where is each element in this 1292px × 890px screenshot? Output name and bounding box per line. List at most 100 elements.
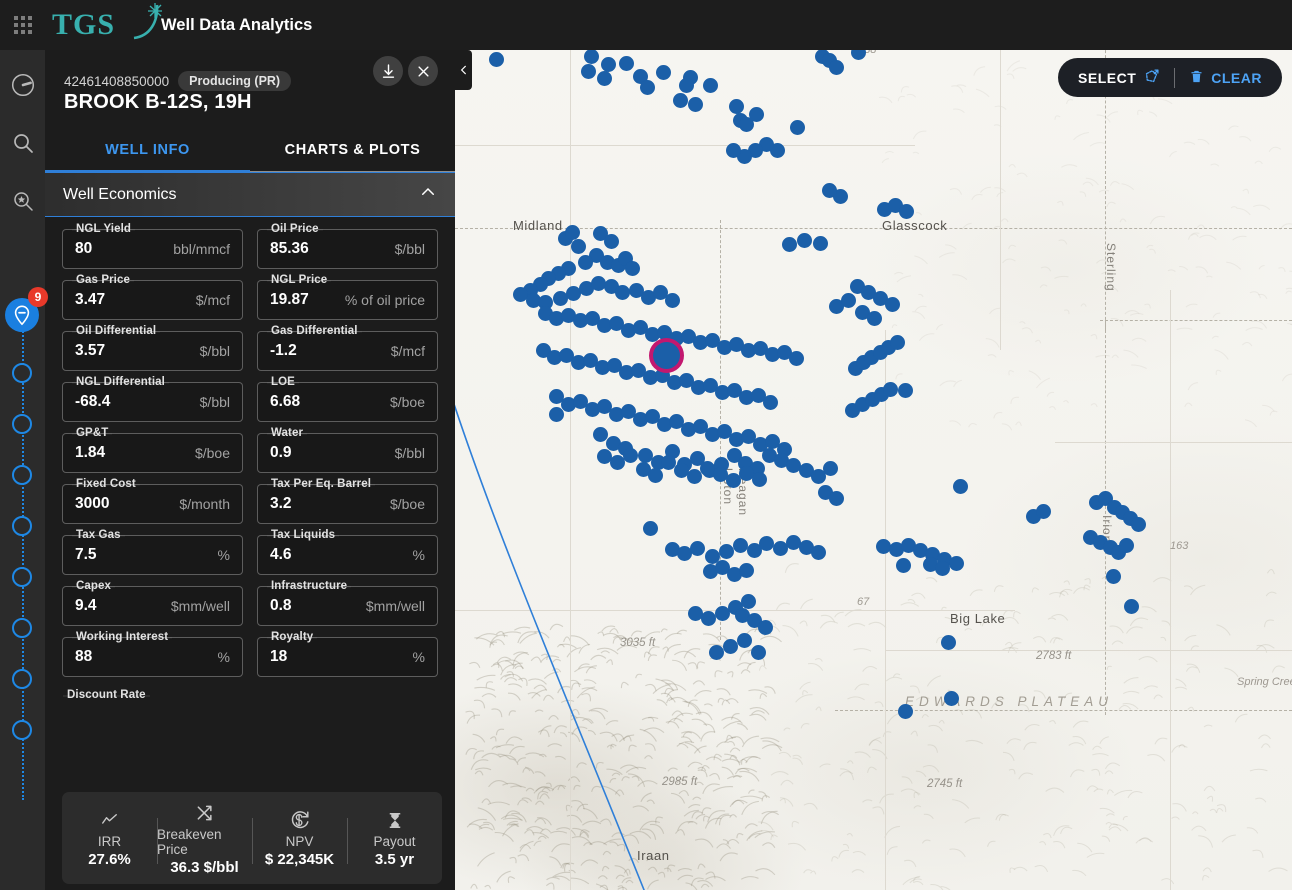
well-marker[interactable] [728, 98, 744, 114]
field-loe[interactable]: LOE 6.68 $/boe [257, 376, 438, 422]
field-royalty[interactable]: Royalty 18% [257, 631, 438, 677]
apps-grid-icon[interactable] [0, 16, 46, 34]
well-marker[interactable] [687, 96, 703, 112]
field-value[interactable]: 4.6 [270, 546, 292, 564]
well-marker[interactable] [577, 254, 593, 270]
well-marker[interactable] [583, 50, 599, 64]
field-infrastructure[interactable]: Infrastructure 0.8 $mm/well [257, 580, 438, 626]
well-marker[interactable] [1118, 537, 1134, 553]
field-fixed-cost[interactable]: Fixed Cost 3000 $/month [62, 478, 243, 524]
field-oil-differential[interactable]: Oil Differential 3.57 $/bbl [62, 325, 243, 371]
field-value[interactable]: 1.84 [75, 444, 105, 462]
well-marker[interactable] [898, 203, 914, 219]
field-gas-price[interactable]: Gas Price 3.47 $/mcf [62, 274, 243, 320]
well-marker[interactable] [725, 142, 741, 158]
well-marker[interactable] [718, 543, 734, 559]
well-marker[interactable] [1035, 503, 1051, 519]
workflow-step[interactable] [12, 516, 32, 536]
field-value[interactable]: 3.2 [270, 495, 292, 513]
select-button[interactable]: SELECT [1064, 58, 1174, 97]
clear-button[interactable]: CLEAR [1175, 58, 1276, 97]
well-marker[interactable] [686, 468, 702, 484]
field-discount-rate[interactable]: Discount Rate [62, 688, 255, 704]
well-marker[interactable] [840, 292, 856, 308]
well-marker[interactable] [624, 260, 640, 276]
well-marker[interactable] [678, 77, 694, 93]
well-marker[interactable] [664, 292, 680, 308]
well-marker[interactable] [758, 535, 774, 551]
saved-search-icon[interactable] [0, 184, 45, 218]
map-canvas[interactable]: OdessaMidlandGlasscockBig LakeIraanCrane… [455, 50, 1292, 890]
well-marker[interactable] [1105, 568, 1121, 584]
well-marker[interactable] [789, 119, 805, 135]
well-marker[interactable] [736, 632, 752, 648]
chevron-up-icon[interactable] [419, 183, 437, 206]
well-marker[interactable] [822, 460, 838, 476]
well-marker[interactable] [884, 296, 900, 312]
well-economics-section-header[interactable]: Well Economics [45, 172, 455, 217]
well-marker[interactable] [952, 478, 968, 494]
well-marker[interactable] [622, 447, 638, 463]
workflow-step[interactable] [12, 363, 32, 383]
well-marker[interactable] [882, 381, 898, 397]
well-marker[interactable] [948, 555, 964, 571]
well-marker[interactable] [889, 334, 905, 350]
field-capex[interactable]: Capex 9.4 $mm/well [62, 580, 243, 626]
well-marker[interactable] [672, 92, 688, 108]
well-marker[interactable] [603, 233, 619, 249]
workflow-step[interactable] [12, 414, 32, 434]
well-marker[interactable] [738, 562, 754, 578]
well-marker[interactable] [750, 644, 766, 660]
close-icon[interactable] [408, 56, 438, 86]
well-marker[interactable] [642, 520, 658, 536]
well-marker[interactable] [708, 644, 724, 660]
well-marker[interactable] [740, 593, 756, 609]
well-marker[interactable] [934, 560, 950, 576]
well-economics-form[interactable]: NGL Yield 80 bbl/mmcf Oil Price 85.36 $/bbl Ga… [45, 217, 455, 822]
field-working-interest[interactable]: Working Interest 88% [62, 631, 243, 677]
well-marker[interactable] [762, 394, 778, 410]
search-icon[interactable] [0, 126, 45, 160]
well-marker[interactable] [788, 350, 804, 366]
field-value[interactable]: 9.4 [75, 597, 97, 615]
field-value[interactable]: 80 [75, 240, 92, 258]
field-value[interactable]: 19.87 [270, 291, 309, 309]
well-marker[interactable] [732, 537, 748, 553]
well-marker[interactable] [781, 236, 797, 252]
well-marker[interactable] [660, 454, 676, 470]
well-marker[interactable] [702, 77, 718, 93]
workflow-step[interactable] [12, 465, 32, 485]
well-marker[interactable] [828, 59, 844, 75]
well-marker[interactable] [796, 232, 812, 248]
well-marker[interactable] [943, 690, 959, 706]
well-marker[interactable] [895, 557, 911, 573]
well-marker[interactable] [488, 51, 504, 67]
well-marker[interactable] [614, 284, 630, 300]
field-value[interactable]: -68.4 [75, 393, 110, 411]
field-value[interactable]: 3.57 [75, 342, 105, 360]
field-value[interactable]: 3.47 [75, 291, 105, 309]
well-marker[interactable] [600, 56, 616, 72]
field-value[interactable]: -1.2 [270, 342, 297, 360]
well-marker[interactable] [596, 70, 612, 86]
well-marker[interactable] [570, 238, 586, 254]
tgs-logo[interactable]: TGS [52, 3, 162, 42]
well-marker[interactable] [1130, 516, 1146, 532]
field-tax-per-eq-barrel[interactable]: Tax Per Eq. Barrel 3.2 $/boe [257, 478, 438, 524]
well-marker[interactable] [810, 544, 826, 560]
well-marker[interactable] [897, 382, 913, 398]
field-value[interactable]: 7.5 [75, 546, 97, 564]
well-marker[interactable] [757, 619, 773, 635]
field-value[interactable]: 0.8 [270, 597, 292, 615]
well-marker[interactable] [564, 224, 580, 240]
field-tax-liquids[interactable]: Tax Liquids 4.6% [257, 529, 438, 575]
well-marker[interactable] [821, 182, 837, 198]
selected-well-marker[interactable] [652, 341, 680, 369]
well-marker[interactable] [655, 64, 671, 80]
well-marker[interactable] [700, 610, 716, 626]
field-value[interactable]: 3000 [75, 495, 109, 513]
field-gas-differential[interactable]: Gas Differential -1.2 $/mcf [257, 325, 438, 371]
well-marker[interactable] [748, 106, 764, 122]
well-marker[interactable] [618, 55, 634, 71]
tab-well-info[interactable]: WELL INFO [45, 128, 250, 172]
